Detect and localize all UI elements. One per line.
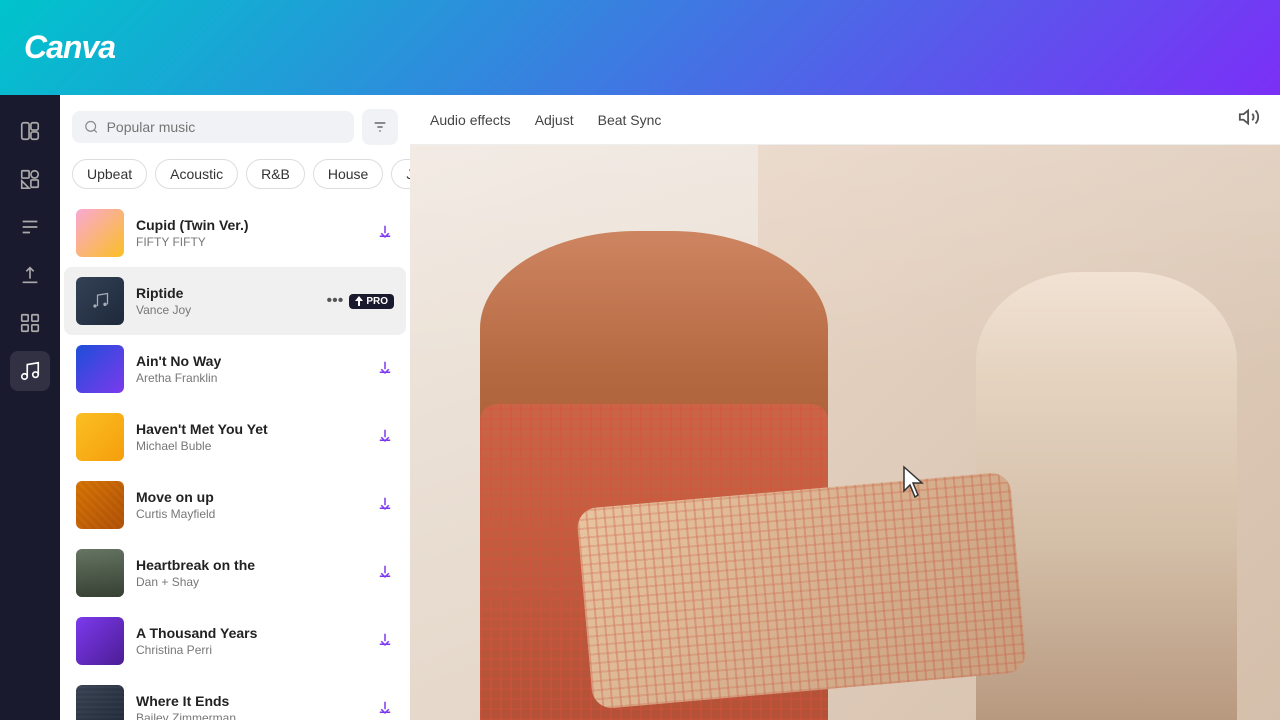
filter-icon	[372, 119, 388, 135]
track-item-cupid[interactable]: Cupid (Twin Ver.) FIFTY FIFTY	[64, 199, 406, 267]
sidebar-item-text[interactable]	[10, 207, 50, 247]
track-action-aint	[376, 358, 394, 381]
track-artist-cupid: FIFTY FIFTY	[136, 235, 364, 249]
download-icon-havent[interactable]	[376, 426, 394, 449]
genre-tag-acoustic[interactable]: Acoustic	[155, 159, 238, 189]
track-artist-havent: Michael Buble	[136, 439, 364, 453]
pro-badge-riptide: PRO	[349, 294, 394, 309]
track-info-cupid: Cupid (Twin Ver.) FIFTY FIFTY	[136, 217, 364, 249]
header: Canva	[0, 0, 1280, 95]
sidebar-item-upload[interactable]	[10, 255, 50, 295]
genre-tags: Upbeat Acoustic R&B House Jazz ›	[60, 155, 410, 199]
track-artist-where: Bailey Zimmerman	[136, 711, 364, 720]
download-icon-thousand[interactable]	[376, 630, 394, 653]
track-action-heartbreak	[376, 562, 394, 585]
track-item-havent[interactable]: Haven't Met You Yet Michael Buble	[64, 403, 406, 471]
track-artist-heartbreak: Dan + Shay	[136, 575, 364, 589]
track-thumb-where	[76, 685, 124, 720]
track-info-moveon: Move on up Curtis Mayfield	[136, 489, 364, 521]
track-thumb-riptide	[76, 277, 124, 325]
track-info-heartbreak: Heartbreak on the Dan + Shay	[136, 557, 364, 589]
track-action-thousand	[376, 630, 394, 653]
track-item-heartbreak[interactable]: Heartbreak on the Dan + Shay	[64, 539, 406, 607]
track-item-aint[interactable]: Ain't No Way Aretha Franklin	[64, 335, 406, 403]
track-title-thousand: A Thousand Years	[136, 625, 364, 641]
sidebar-item-panels[interactable]	[10, 111, 50, 151]
toolbar: Audio effects Adjust Beat Sync	[410, 95, 1280, 145]
track-title-cupid: Cupid (Twin Ver.)	[136, 217, 364, 233]
filter-button[interactable]	[362, 109, 398, 145]
track-thumb-thousand	[76, 617, 124, 665]
track-item-moveon[interactable]: Move on up Curtis Mayfield	[64, 471, 406, 539]
track-title-heartbreak: Heartbreak on the	[136, 557, 364, 573]
track-title-aint: Ain't No Way	[136, 353, 364, 369]
audio-effects-button[interactable]: Audio effects	[430, 108, 511, 132]
sidebar-icons	[0, 95, 60, 720]
music-panel: Upbeat Acoustic R&B House Jazz › Cupid (…	[60, 95, 410, 720]
track-title-moveon: Move on up	[136, 489, 364, 505]
volume-icon	[1238, 106, 1260, 128]
search-input[interactable]	[107, 119, 342, 135]
genre-tag-rnb[interactable]: R&B	[246, 159, 305, 189]
genre-tag-jazz[interactable]: Jazz	[391, 159, 410, 189]
track-action-riptide: ••• PRO	[327, 292, 394, 310]
canva-logo: Canva	[24, 29, 115, 66]
track-action-havent	[376, 426, 394, 449]
search-input-wrapper[interactable]	[72, 111, 354, 143]
track-info-aint: Ain't No Way Aretha Franklin	[136, 353, 364, 385]
sidebar-item-apps[interactable]	[10, 303, 50, 343]
track-artist-thousand: Christina Perri	[136, 643, 364, 657]
download-icon-heartbreak[interactable]	[376, 562, 394, 585]
track-list: Cupid (Twin Ver.) FIFTY FIFTY	[60, 199, 410, 720]
download-icon-where[interactable]	[376, 698, 394, 720]
main-content: Audio effects Adjust Beat Sync	[410, 95, 1280, 720]
track-item-riptide[interactable]: Riptide Vance Joy ••• PRO	[64, 267, 406, 335]
more-options-icon-riptide[interactable]: •••	[327, 292, 344, 310]
track-action-where	[376, 698, 394, 720]
track-info-havent: Haven't Met You Yet Michael Buble	[136, 421, 364, 453]
track-thumb-heartbreak	[76, 549, 124, 597]
adjust-button[interactable]: Adjust	[535, 108, 574, 132]
track-thumb-aint	[76, 345, 124, 393]
track-artist-aint: Aretha Franklin	[136, 371, 364, 385]
track-item-where[interactable]: Where It Ends Bailey Zimmerman	[64, 675, 406, 720]
volume-button[interactable]	[1238, 106, 1260, 134]
download-icon-cupid[interactable]	[376, 222, 394, 245]
track-thumb-havent	[76, 413, 124, 461]
track-title-havent: Haven't Met You Yet	[136, 421, 364, 437]
track-info-where: Where It Ends Bailey Zimmerman	[136, 693, 364, 720]
track-info-riptide: Riptide Vance Joy	[136, 285, 315, 317]
track-title-riptide: Riptide	[136, 285, 315, 301]
sidebar-item-music[interactable]	[10, 351, 50, 391]
genre-tag-upbeat[interactable]: Upbeat	[72, 159, 147, 189]
track-info-thousand: A Thousand Years Christina Perri	[136, 625, 364, 657]
search-icon	[84, 119, 99, 135]
track-action-moveon	[376, 494, 394, 517]
track-action-cupid	[376, 222, 394, 245]
search-bar	[60, 95, 410, 155]
track-thumb-cupid	[76, 209, 124, 257]
track-thumb-moveon	[76, 481, 124, 529]
track-item-thousand[interactable]: A Thousand Years Christina Perri	[64, 607, 406, 675]
track-title-where: Where It Ends	[136, 693, 364, 709]
download-icon-aint[interactable]	[376, 358, 394, 381]
canvas-area	[410, 145, 1280, 720]
track-artist-moveon: Curtis Mayfield	[136, 507, 364, 521]
download-icon-moveon[interactable]	[376, 494, 394, 517]
sidebar-item-elements[interactable]	[10, 159, 50, 199]
track-artist-riptide: Vance Joy	[136, 303, 315, 317]
beat-sync-button[interactable]: Beat Sync	[598, 108, 662, 132]
genre-tag-house[interactable]: House	[313, 159, 383, 189]
